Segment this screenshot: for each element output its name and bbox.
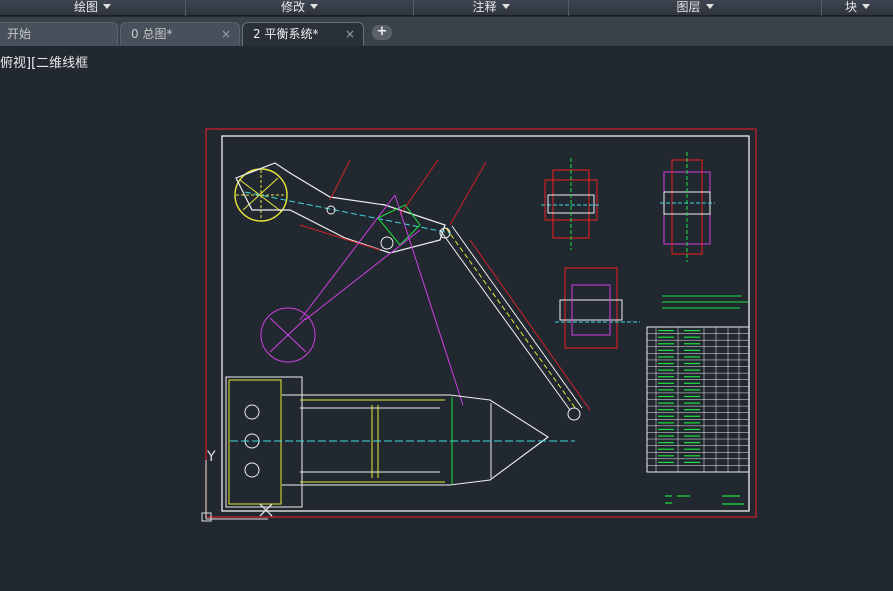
title-block [665, 495, 744, 505]
ucs-icon: Y [201, 449, 273, 522]
construction-lines [260, 194, 464, 406]
detail-view-2 [660, 152, 715, 262]
drawing-canvas[interactable]: Y [0, 0, 893, 591]
parts-list-table [646, 326, 750, 473]
detail-view-3 [555, 267, 640, 349]
detail-view-1 [541, 158, 600, 250]
ucs-y-label: Y [206, 449, 216, 465]
arm-assembly [234, 159, 487, 254]
base-frame [225, 376, 575, 508]
link-rod [439, 225, 591, 421]
technical-notes [662, 295, 748, 309]
